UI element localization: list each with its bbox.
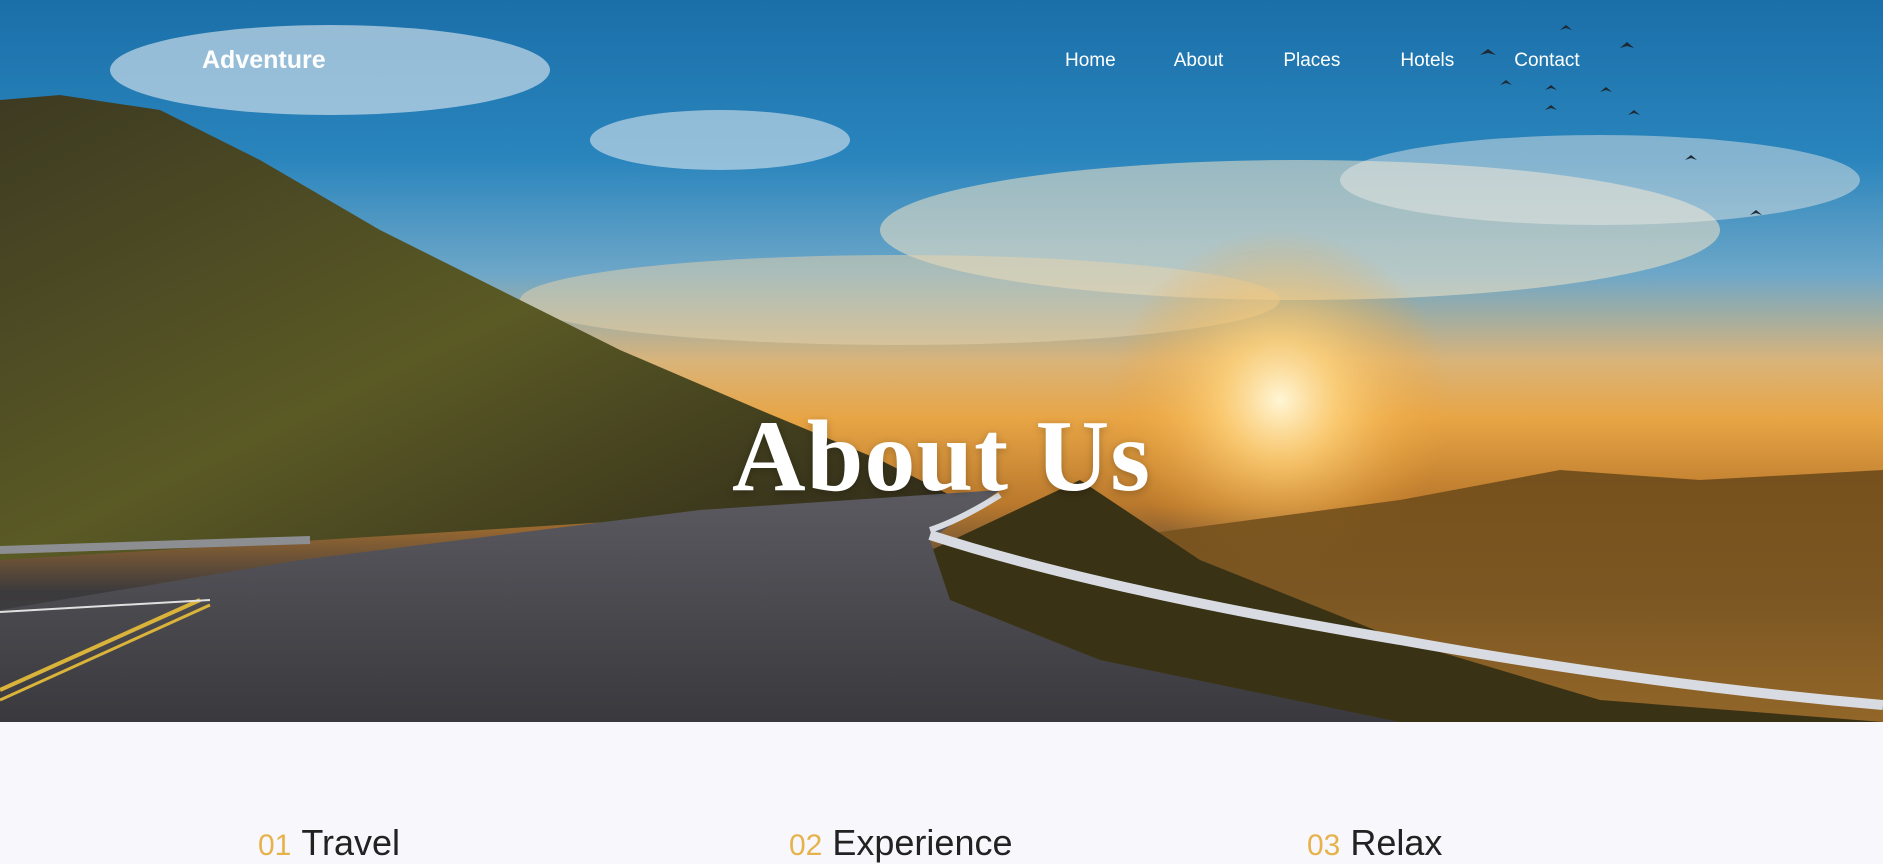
brand-logo[interactable]: Adventure	[202, 46, 326, 75]
feature-title: Relax	[1350, 822, 1443, 863]
hero-banner: Adventure Home About Places Hotels Conta…	[0, 0, 1883, 722]
feature-title: Travel	[301, 822, 401, 863]
feature-title: Experience	[832, 822, 1013, 863]
feature-number: 01	[258, 829, 292, 862]
nav-menu: Home About Places Hotels Contact	[1065, 50, 1580, 72]
feature-experience: 02 Experience	[789, 822, 1012, 864]
nav-item-home[interactable]: Home	[1065, 50, 1116, 72]
features-section: 01 Travel 02 Experience 03 Relax	[0, 822, 1883, 864]
page-title: About Us	[732, 400, 1151, 513]
top-navigation: Adventure Home About Places Hotels Conta…	[0, 0, 1883, 130]
nav-item-places[interactable]: Places	[1283, 50, 1340, 72]
nav-item-about[interactable]: About	[1174, 50, 1224, 72]
feature-number: 03	[1307, 829, 1341, 862]
feature-relax: 03 Relax	[1307, 822, 1442, 864]
feature-travel: 01 Travel	[258, 822, 400, 864]
nav-item-contact[interactable]: Contact	[1514, 50, 1579, 72]
feature-number: 02	[789, 829, 823, 862]
nav-item-hotels[interactable]: Hotels	[1400, 50, 1454, 72]
